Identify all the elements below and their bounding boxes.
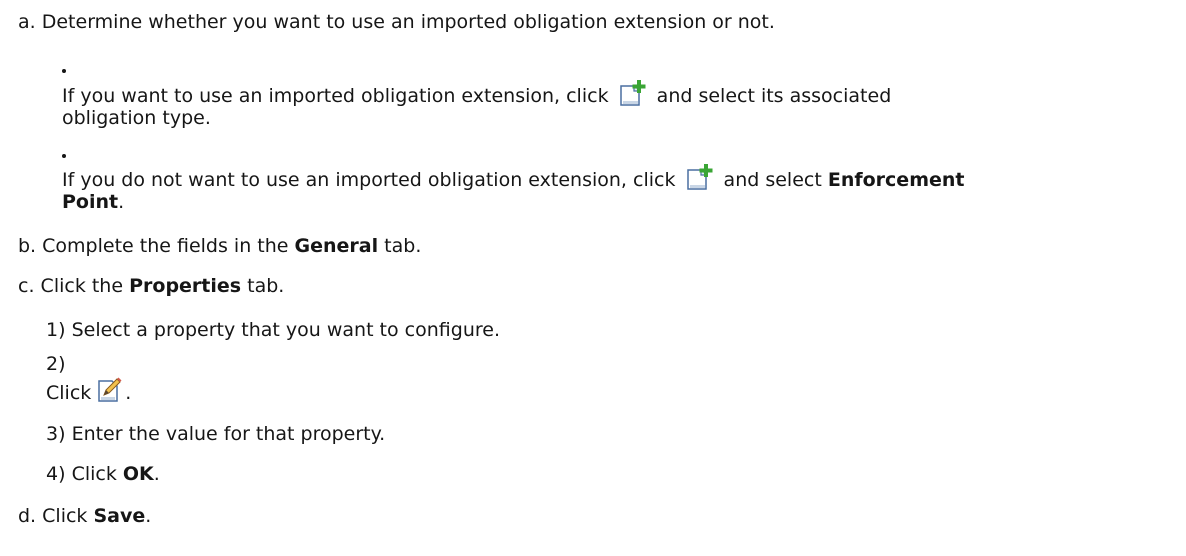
substep-2-pre: Click: [46, 382, 92, 404]
new-document-plus-icon: [686, 164, 714, 190]
substep-4-bold: OK: [122, 463, 154, 485]
step-b-pre: Complete the fields in the: [42, 235, 289, 257]
step-c-post: tab.: [247, 275, 285, 297]
step-d-marker: d.: [18, 505, 37, 527]
bullet-2-line-1: If you do not want to use an imported ob…: [62, 164, 964, 192]
substep-2: Click .: [46, 377, 131, 405]
step-c: c. Click the Properties tab.: [18, 274, 284, 298]
substep-1-text: Select a property that you want to confi…: [71, 319, 500, 341]
substep-4-end: .: [153, 463, 160, 485]
bullet-2-pre: If you do not want to use an imported ob…: [62, 169, 676, 191]
substep-2-marker: 2): [46, 353, 66, 375]
step-c-bold: Properties: [129, 275, 242, 297]
bullet-1-line-2: obligation type.: [62, 106, 211, 130]
substep-3: 3) Enter the value for that property.: [46, 422, 385, 446]
step-b-post: tab.: [384, 235, 422, 257]
bullet-2-end: .: [118, 191, 125, 213]
edit-pencil-icon: [97, 377, 123, 403]
substep-4-marker: 4): [46, 463, 66, 485]
step-d-bold: Save: [93, 505, 146, 527]
step-d: d. Click Save.: [18, 504, 151, 528]
substep-2-end: .: [125, 382, 132, 404]
step-d-end: .: [145, 505, 152, 527]
step-a-marker: a.: [18, 11, 36, 33]
substep-1: 1) Select a property that you want to co…: [46, 318, 500, 342]
bullet-1-line-1: If you want to use an imported obligatio…: [62, 80, 891, 108]
bullet-1-pre: If you want to use an imported obligatio…: [62, 85, 609, 107]
new-document-plus-icon: [619, 80, 647, 106]
bullet-2-bold-2: Point: [62, 191, 119, 213]
bullet-marker: [62, 69, 66, 73]
substep-3-text: Enter the value for that property.: [71, 423, 386, 445]
step-c-pre: Click the: [40, 275, 124, 297]
step-d-pre: Click: [42, 505, 88, 527]
bullet-2-mid: and select: [723, 169, 822, 191]
bullet-2-line-2: Point.: [62, 190, 124, 214]
bullet-marker: [62, 154, 66, 158]
step-a-text: Determine whether you want to use an imp…: [41, 11, 775, 33]
step-b: b. Complete the fields in the General ta…: [18, 234, 421, 258]
step-a: a. Determine whether you want to use an …: [18, 10, 775, 34]
bullet-1-post: and select its associated: [656, 85, 892, 107]
substep-4-pre: Click: [71, 463, 117, 485]
step-b-bold: General: [294, 235, 379, 257]
bullet-1-cont: obligation type.: [62, 107, 211, 129]
substep-1-marker: 1): [46, 319, 66, 341]
step-c-marker: c.: [18, 275, 35, 297]
bullet-2-bold-1: Enforcement: [827, 169, 965, 191]
substep-3-marker: 3): [46, 423, 66, 445]
substep-4: 4) Click OK.: [46, 462, 160, 486]
step-b-marker: b.: [18, 235, 37, 257]
